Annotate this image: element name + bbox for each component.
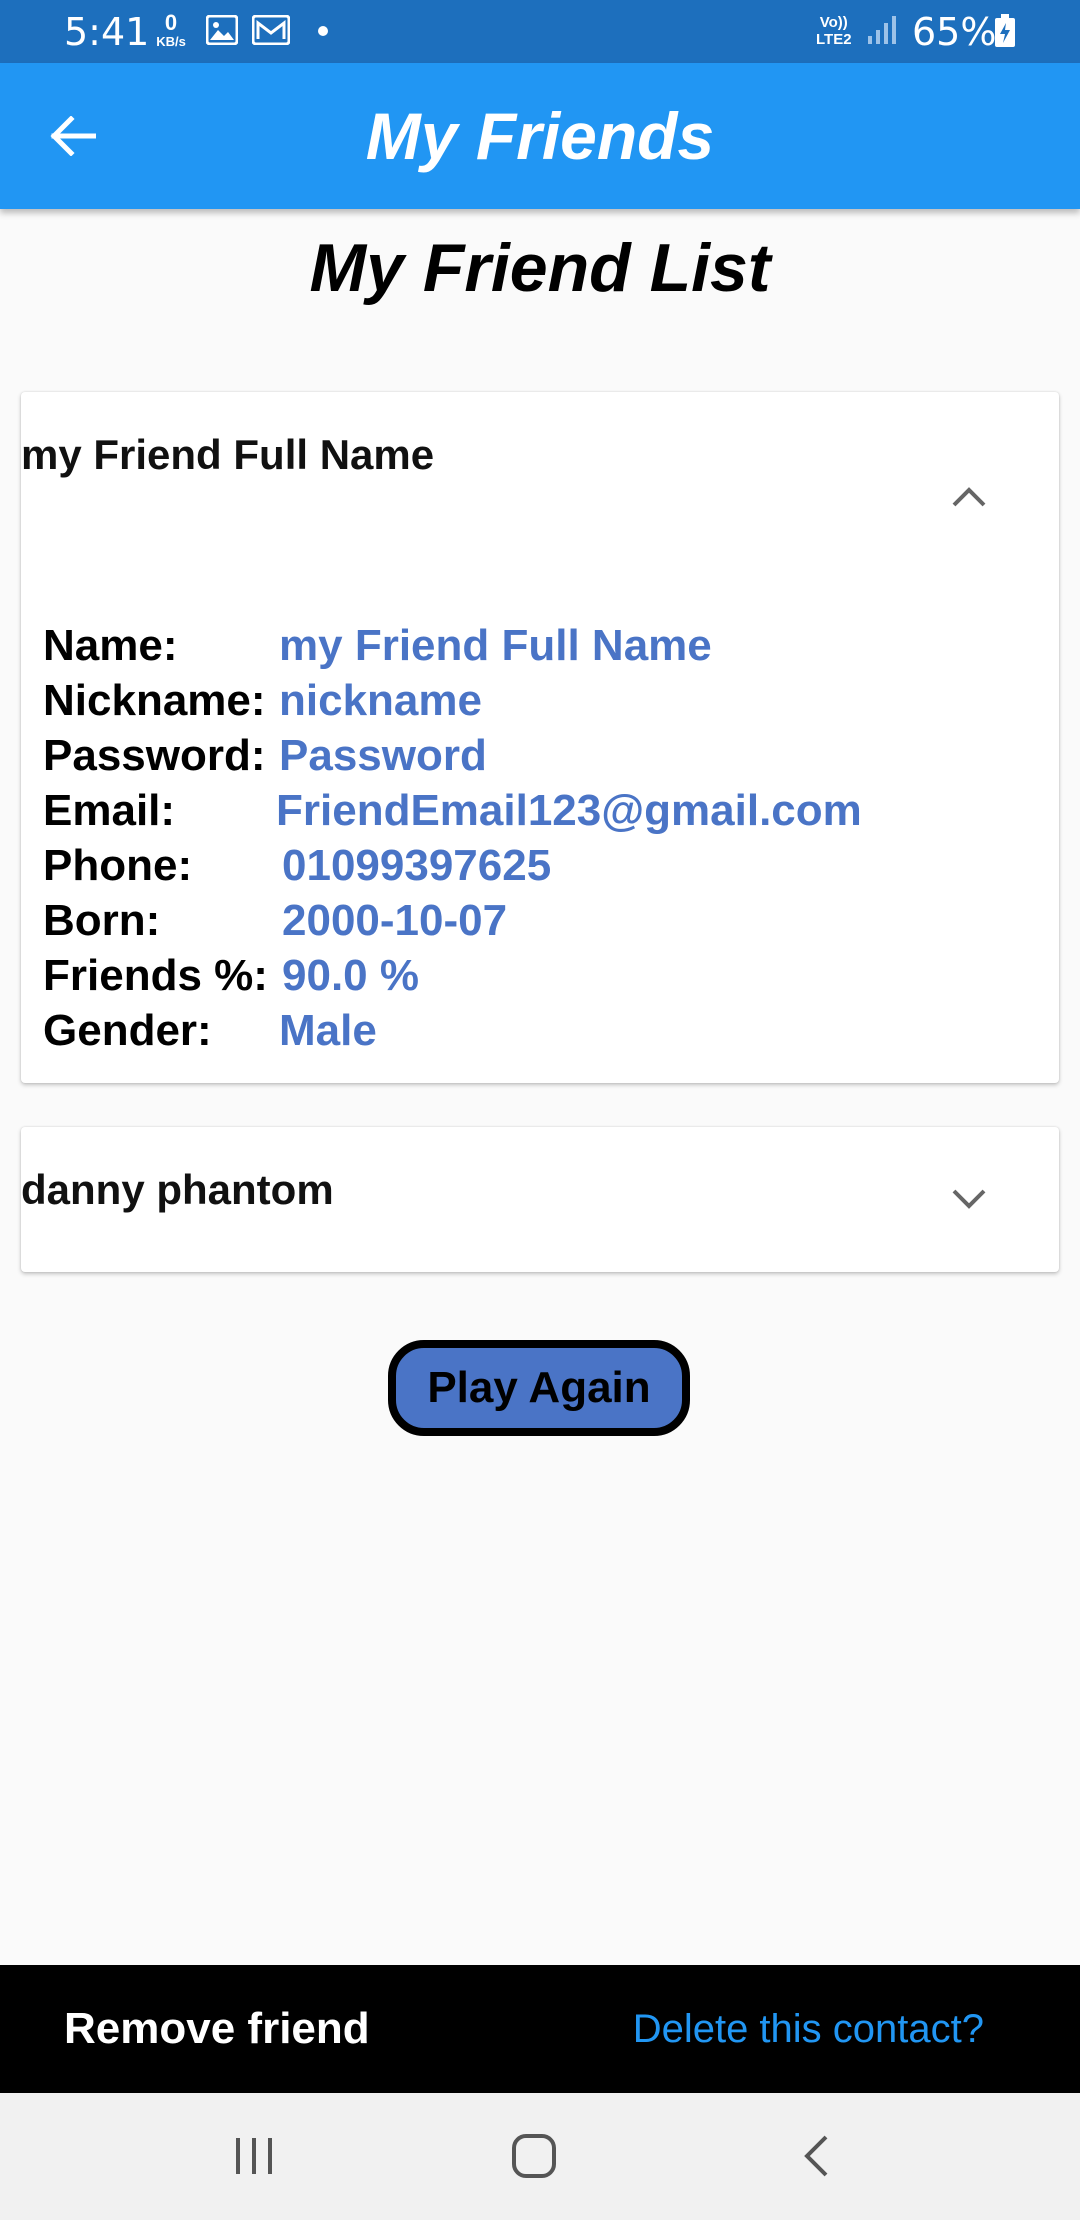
detail-label: Nickname:	[43, 676, 266, 725]
system-back-button[interactable]	[776, 2126, 856, 2186]
system-nav-bar	[0, 2093, 1080, 2220]
friend-card-title: my Friend Full Name	[21, 431, 435, 478]
status-time: 5:41	[64, 10, 150, 54]
detail-label: Gender:	[43, 1006, 212, 1055]
app-bar: My Friends	[0, 63, 1080, 209]
battery-charging-icon	[994, 14, 1016, 53]
detail-label: Phone:	[43, 841, 193, 890]
back-icon	[804, 2135, 828, 2177]
friend-card-expanded[interactable]: my Friend Full Name Name: my Friend Full…	[21, 392, 1059, 1083]
detail-label: Password:	[43, 731, 266, 780]
net-speed-unit: KB/s	[156, 34, 186, 49]
lte-label: LTE2	[816, 31, 852, 48]
home-button[interactable]	[494, 2126, 574, 2186]
detail-value: 90.0 %	[282, 951, 419, 1000]
notification-dot-icon	[318, 26, 328, 36]
net-speed-indicator: 0 KB/s	[151, 12, 191, 50]
network-type-indicator: Vo)) LTE2	[816, 14, 852, 48]
volte-label: Vo))	[819, 14, 848, 31]
battery-percent: 65%	[912, 10, 997, 54]
snackbar-message: Remove friend	[64, 2004, 370, 2053]
detail-value: nickname	[279, 676, 482, 725]
signal-icon	[866, 14, 900, 51]
detail-label: Email:	[43, 786, 176, 835]
recents-icon	[236, 2138, 272, 2174]
detail-label: Name:	[43, 621, 178, 670]
detail-value: FriendEmail123@gmail.com	[276, 786, 862, 835]
detail-label: Friends %:	[43, 951, 268, 1000]
play-again-button[interactable]: Play Again	[388, 1340, 690, 1436]
chevron-up-icon	[952, 487, 986, 507]
collapse-button[interactable]	[949, 476, 989, 516]
snackbar-action-button[interactable]: Delete this contact?	[633, 1965, 984, 2093]
detail-value: Password	[279, 731, 487, 780]
home-icon	[512, 2134, 556, 2178]
app-bar-title: My Friends	[365, 99, 715, 173]
detail-label: Born:	[43, 896, 161, 945]
recents-button[interactable]	[214, 2126, 294, 2186]
gallery-icon	[205, 14, 239, 50]
detail-value: 2000-10-07	[282, 896, 508, 945]
chevron-down-icon	[952, 1189, 986, 1209]
expand-button[interactable]	[949, 1179, 989, 1219]
gmail-icon	[251, 14, 291, 50]
status-bar: 5:41 0 KB/s Vo)) LTE2 65%	[0, 0, 1080, 63]
friend-card-title: danny phantom	[21, 1166, 334, 1213]
detail-value: my Friend Full Name	[279, 621, 712, 670]
detail-value: Male	[279, 1006, 377, 1055]
arrow-left-icon	[50, 116, 96, 156]
snackbar: Remove friend Delete this contact?	[0, 1965, 1080, 2093]
back-button[interactable]	[40, 106, 106, 166]
net-speed-value: 0	[164, 10, 178, 35]
detail-value: 01099397625	[282, 841, 552, 890]
page-title: My Friend List	[309, 230, 771, 306]
friend-card-collapsed[interactable]: danny phantom	[21, 1127, 1059, 1272]
